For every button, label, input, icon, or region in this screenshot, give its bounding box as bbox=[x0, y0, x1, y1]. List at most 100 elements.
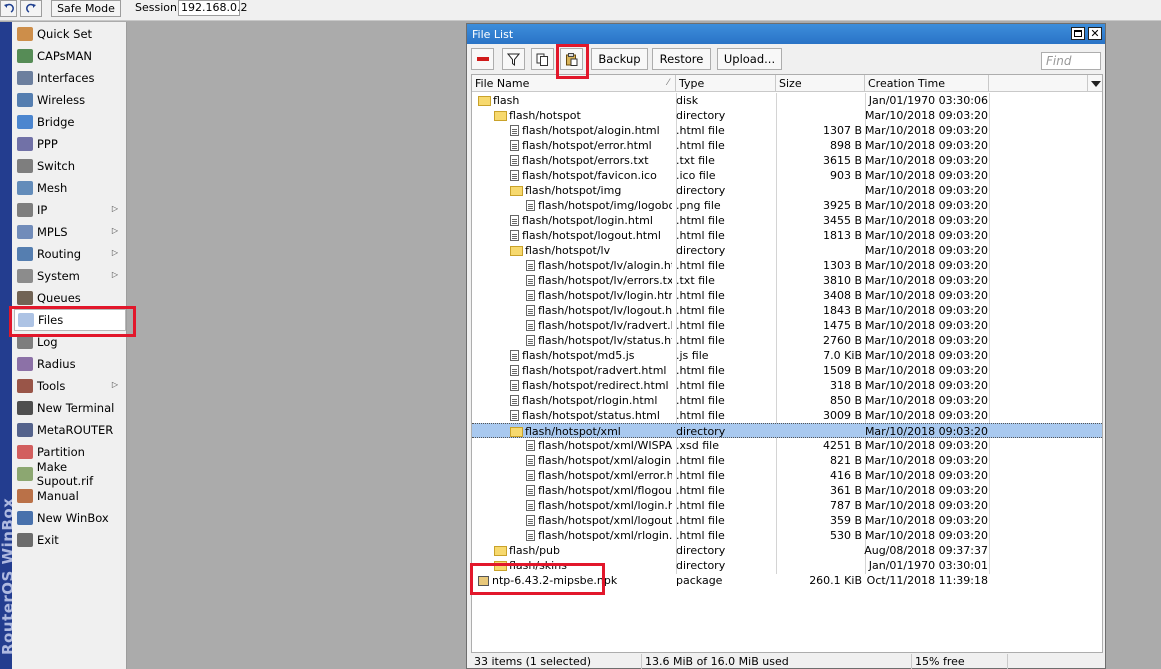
file-name-text: flash/hotspot/xml/login.html bbox=[538, 499, 672, 512]
table-row[interactable]: flash/hotspot/error.html .html file 898 BM… bbox=[472, 138, 1102, 153]
table-row[interactable]: flash/hotspot/favicon.ico .ico file 903 BM… bbox=[472, 168, 1102, 183]
close-icon: ✕ bbox=[1090, 27, 1100, 40]
status-blank bbox=[1007, 654, 1011, 669]
table-row[interactable]: flash/hotspot/radvert.html .html file 1509… bbox=[472, 363, 1102, 378]
sidebar-item-interfaces[interactable]: Interfaces bbox=[14, 67, 126, 89]
column-header-size[interactable]: Size bbox=[776, 75, 865, 92]
table-row[interactable]: flash/hotspot/xml/error.html .html file 41… bbox=[472, 468, 1102, 483]
safe-mode-button[interactable]: Safe Mode bbox=[51, 0, 121, 17]
cell-size: 821 B bbox=[829, 454, 862, 467]
sidebar-item-ppp[interactable]: PPP bbox=[14, 133, 126, 155]
file-icon bbox=[510, 230, 519, 241]
remove-button[interactable] bbox=[471, 48, 494, 70]
sidebar-item-mpls[interactable]: MPLS ▷ bbox=[14, 221, 126, 243]
file-rows: flash disk Jan/01/1970 03:30:06 flash/hotsp… bbox=[472, 93, 1102, 588]
table-row[interactable]: flash/pub directory Aug/08/2018 09:37:37 bbox=[472, 543, 1102, 558]
filter-button[interactable] bbox=[502, 48, 525, 70]
sidebar-item-label: IP bbox=[37, 203, 48, 217]
table-row[interactable]: flash/hotspot/xml/login.html .html file 78… bbox=[472, 498, 1102, 513]
file-name-text: flash/hotspot/xml/WISPA... bbox=[538, 439, 672, 452]
cell-file-name: flash/hotspot/lv bbox=[472, 243, 672, 258]
table-row[interactable]: flash/hotspot/status.html .html file 3009 … bbox=[472, 408, 1102, 423]
file-name-text: flash/hotspot bbox=[509, 109, 581, 122]
sidebar-item-manual[interactable]: Manual bbox=[14, 485, 126, 507]
table-row[interactable]: flash/hotspot/lv/alogin.html .html file 13… bbox=[472, 258, 1102, 273]
table-row[interactable]: flash/hotspot/rlogin.html .html file 850 B… bbox=[472, 393, 1102, 408]
table-row[interactable]: flash/hotspot/redirect.html .html file 318… bbox=[472, 378, 1102, 393]
cell-creation-time: Mar/10/2018 09:03:20 bbox=[864, 169, 988, 182]
cell-creation-time: Mar/10/2018 09:03:20 bbox=[864, 409, 988, 422]
sidebar-item-tools[interactable]: Tools ▷ bbox=[14, 375, 126, 397]
file-name-text: flash/hotspot/redirect.html bbox=[522, 379, 669, 392]
close-button[interactable]: ✕ bbox=[1088, 27, 1102, 40]
table-row[interactable]: flash/hotspot/lv/login.html .html file 340… bbox=[472, 288, 1102, 303]
table-row[interactable]: flash/hotspot/lv directory Mar/10/2018 09:… bbox=[472, 243, 1102, 258]
table-row[interactable]: flash disk Jan/01/1970 03:30:06 bbox=[472, 93, 1102, 108]
sidebar-item-make-supout-rif[interactable]: Make Supout.rif bbox=[14, 460, 126, 488]
table-row[interactable]: flash/hotspot/xml/alogin.... .html file 82… bbox=[472, 453, 1102, 468]
window-title-bar[interactable]: File List bbox=[467, 24, 1105, 44]
table-row[interactable]: flash/hotspot directory Mar/10/2018 09:03:… bbox=[472, 108, 1102, 123]
sidebar-item-radius[interactable]: Radius bbox=[14, 353, 126, 375]
maximize-button[interactable] bbox=[1071, 27, 1085, 40]
cell-file-name: flash/hotspot/xml/WISPA... bbox=[472, 438, 672, 453]
sidebar-item-new-winbox[interactable]: New WinBox bbox=[14, 507, 126, 529]
sidebar-item-switch[interactable]: Switch bbox=[14, 155, 126, 177]
sidebar-item-bridge[interactable]: Bridge bbox=[14, 111, 126, 133]
sidebar-item-label: Tools bbox=[37, 379, 66, 393]
cell-file-name: flash/hotspot/xml/error.html bbox=[472, 468, 672, 483]
sidebar-item-metarouter[interactable]: MetaROUTER bbox=[14, 419, 126, 441]
table-row[interactable]: flash/hotspot/login.html .html file 3455 B… bbox=[472, 213, 1102, 228]
table-row[interactable]: flash/hotspot/xml/flogout.... .html file 3… bbox=[472, 483, 1102, 498]
table-row[interactable]: flash/hotspot/xml directory Mar/10/2018 09… bbox=[472, 423, 1102, 438]
sidebar-item-mesh[interactable]: Mesh bbox=[14, 177, 126, 199]
cell-file-name: flash/hotspot/redirect.html bbox=[472, 378, 672, 393]
sidebar-item-routing[interactable]: Routing ▷ bbox=[14, 243, 126, 265]
sidebar-item-ip[interactable]: IP ▷ bbox=[14, 199, 126, 221]
find-field[interactable]: Find bbox=[1041, 52, 1101, 70]
undo-button[interactable] bbox=[0, 0, 17, 17]
file-icon bbox=[510, 155, 519, 166]
session-field[interactable]: 192.168.0.2 bbox=[178, 0, 247, 16]
file-icon bbox=[510, 395, 519, 406]
table-row[interactable]: flash/hotspot/alogin.html .html file 1307 … bbox=[472, 123, 1102, 138]
sidebar-item-wireless[interactable]: Wireless bbox=[14, 89, 126, 111]
table-row[interactable]: flash/hotspot/lv/errors.txt .txt file 3810… bbox=[472, 273, 1102, 288]
table-row[interactable]: flash/hotspot/lv/radvert.h .html file 1475… bbox=[472, 318, 1102, 333]
redo-button[interactable] bbox=[20, 0, 42, 17]
table-row[interactable]: flash/hotspot/md5.js .js file 7.0 KiB Mar/1… bbox=[472, 348, 1102, 363]
table-row[interactable]: flash/hotspot/xml/rlogin.h .html file 530 … bbox=[472, 528, 1102, 543]
cell-size: 416 B bbox=[829, 469, 862, 482]
upload-button[interactable]: Upload... bbox=[717, 48, 782, 70]
sidebar-item-new-terminal[interactable]: New Terminal bbox=[14, 397, 126, 419]
sidebar-item-exit[interactable]: Exit bbox=[14, 529, 126, 551]
cell-creation-time: Mar/10/2018 09:03:20 bbox=[864, 469, 988, 482]
sidebar-item-quick-set[interactable]: Quick Set bbox=[14, 23, 126, 45]
restore-button[interactable]: Restore bbox=[652, 48, 711, 70]
cell-type: .txt file bbox=[676, 154, 715, 167]
backup-button[interactable]: Backup bbox=[591, 48, 648, 70]
cell-type: .png file bbox=[676, 199, 721, 212]
table-row[interactable]: flash/hotspot/xml/logout.... .html file 35… bbox=[472, 513, 1102, 528]
cell-creation-time: Oct/11/2018 11:39:18 bbox=[866, 574, 988, 587]
copy-button[interactable] bbox=[531, 48, 554, 70]
table-row[interactable]: flash/hotspot/xml/WISPA... .xsd file 4251 … bbox=[472, 438, 1102, 453]
table-row[interactable]: flash/hotspot/errors.txt .txt file 3615 BM… bbox=[472, 153, 1102, 168]
sidebar-item-label: Bridge bbox=[37, 115, 75, 129]
table-row[interactable]: flash/hotspot/lv/logout.html .html file 18… bbox=[472, 303, 1102, 318]
folder-icon bbox=[494, 110, 507, 121]
cell-file-name: flash/hotspot/favicon.ico bbox=[472, 168, 672, 183]
columns-menu-button[interactable] bbox=[1088, 75, 1102, 92]
sidebar-item-label: Interfaces bbox=[37, 71, 95, 85]
table-row[interactable]: flash/hotspot/img/logobo... .png file 3925… bbox=[472, 198, 1102, 213]
column-header-creation-time[interactable]: Creation Time bbox=[865, 75, 989, 92]
sidebar-item-capsman[interactable]: CAPsMAN bbox=[14, 45, 126, 67]
table-row[interactable]: flash/hotspot/img directory Mar/10/2018 09… bbox=[472, 183, 1102, 198]
cell-file-name: flash/hotspot/radvert.html bbox=[472, 363, 672, 378]
file-name-text: flash/hotspot/lv/errors.txt bbox=[538, 274, 672, 287]
sidebar-item-label: Make Supout.rif bbox=[36, 460, 94, 488]
sidebar-item-system[interactable]: System ▷ bbox=[14, 265, 126, 287]
table-row[interactable]: flash/hotspot/logout.html .html file 1813 … bbox=[472, 228, 1102, 243]
table-row[interactable]: flash/hotspot/lv/status.html .html file 27… bbox=[472, 333, 1102, 348]
column-header-type[interactable]: Type bbox=[676, 75, 776, 92]
